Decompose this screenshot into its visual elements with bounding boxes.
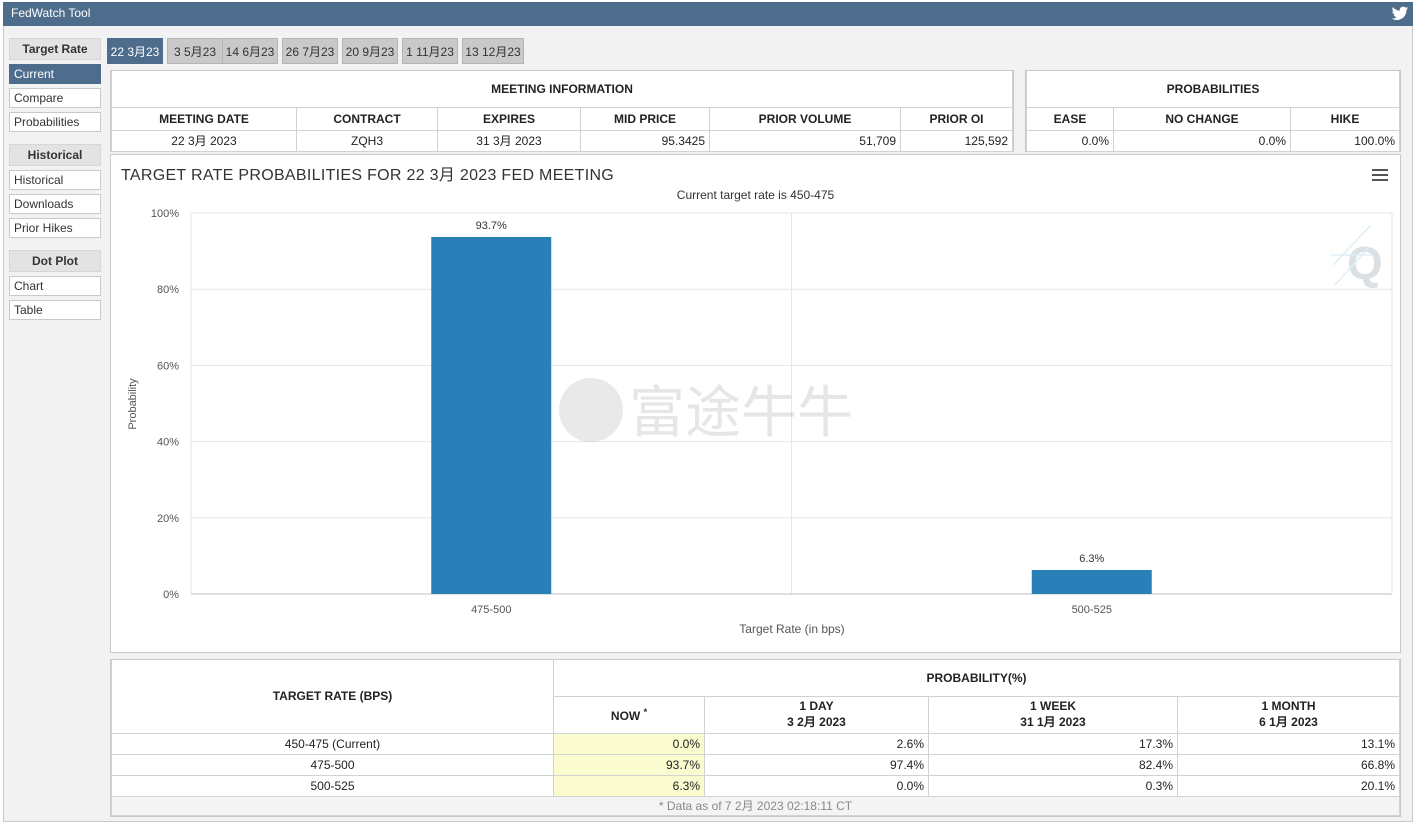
tab-meeting-7[interactable]: 13 12月23 [462, 38, 524, 64]
meeting-info-panel: MEETING INFORMATION MEETING DATE CONTRAC… [110, 70, 1014, 153]
month-cell: 13.1% [1177, 732, 1400, 755]
nav-current[interactable]: Current [9, 64, 101, 84]
contract-value: ZQH3 [296, 129, 438, 153]
probability-table-panel: TARGET RATE (BPS) PROBABILITY(%) NOW * 1… [110, 659, 1401, 817]
prior-volume-value: 51,709 [709, 129, 901, 153]
week-cell: 0.3% [928, 774, 1178, 797]
mid-price-value: 95.3425 [580, 129, 710, 153]
tab-meeting-5[interactable]: 20 9月23 [342, 38, 398, 64]
probability-header: PROBABILITY(%) [553, 660, 1400, 697]
bar-500-525[interactable] [1031, 569, 1152, 594]
x-axis-label: Target Rate (in bps) [739, 622, 844, 636]
col-now: NOW * [553, 695, 705, 734]
ease-value: 0.0% [1026, 129, 1114, 153]
tab-meeting-2[interactable]: 3 5月23 [167, 38, 223, 64]
week-cell: 82.4% [928, 753, 1178, 776]
title-bar: FedWatch Tool [3, 2, 1413, 26]
probabilities-panel: PROBABILITIES EASE NO CHANGE HIKE 0.0% 0… [1025, 70, 1401, 153]
col-1-month: 1 MONTH 6 1月 2023 [1177, 695, 1400, 734]
col-meeting-date: MEETING DATE [111, 106, 297, 131]
hike-value: 100.0% [1290, 129, 1400, 153]
month-cell: 66.8% [1177, 753, 1400, 776]
app-title: FedWatch Tool [11, 6, 91, 20]
nav-historical[interactable]: Historical [9, 170, 101, 190]
col-mid-price: MID PRICE [580, 106, 710, 131]
table-row: 450-475 (Current) 0.0% 2.6% 17.3% 13.1% [111, 732, 1400, 755]
col-contract: CONTRACT [296, 106, 438, 131]
col-hike: HIKE [1290, 106, 1400, 131]
now-cell: 6.3% [553, 774, 705, 797]
nav-downloads[interactable]: Downloads [9, 194, 101, 214]
section-historical: Historical [9, 144, 101, 166]
tab-meeting-3[interactable]: 14 6月23 [222, 38, 278, 64]
y-tick-label: 0% [163, 589, 179, 601]
nav-chart[interactable]: Chart [9, 276, 101, 296]
section-dot-plot: Dot Plot [9, 250, 101, 272]
nav-prior-hikes[interactable]: Prior Hikes [9, 218, 101, 238]
no-change-value: 0.0% [1113, 129, 1291, 153]
y-tick-label: 20% [157, 513, 179, 525]
rate-cell: 450-475 (Current) [111, 732, 554, 755]
col-1-day: 1 DAY 3 2月 2023 [704, 695, 929, 734]
tab-meeting-1[interactable]: 22 3月23 [107, 38, 163, 64]
day-cell: 97.4% [704, 753, 929, 776]
data-timestamp-footnote: * Data as of 7 2月 2023 02:18:11 CT [111, 795, 1400, 816]
col-expires: EXPIRES [437, 106, 581, 131]
col-prior-volume: PRIOR VOLUME [709, 106, 901, 131]
bar-data-label: 93.7% [476, 220, 507, 232]
watermark-text: 富途牛牛 [629, 381, 853, 446]
y-tick-label: 100% [151, 208, 179, 220]
y-axis-label: Probability [127, 378, 139, 430]
col-no-change: NO CHANGE [1113, 106, 1291, 131]
target-rate-header: TARGET RATE (BPS) [111, 660, 554, 734]
futu-logo-icon [559, 378, 623, 442]
col-ease: EASE [1026, 106, 1114, 131]
week-cell: 17.3% [928, 732, 1178, 755]
table-row: 475-500 93.7% 97.4% 82.4% 66.8% [111, 753, 1400, 776]
month-cell: 20.1% [1177, 774, 1400, 797]
nav-table[interactable]: Table [9, 300, 101, 320]
x-tick-label: 475-500 [471, 604, 511, 616]
chart-panel: TARGET RATE PROBABILITIES FOR 22 3月 2023… [110, 154, 1401, 653]
table-row: 500-525 6.3% 0.0% 0.3% 20.1% [111, 774, 1400, 797]
col-1-week: 1 WEEK 31 1月 2023 [928, 695, 1178, 734]
now-cell: 0.0% [553, 732, 705, 755]
q-logo-icon: Q [1331, 224, 1383, 289]
meeting-info-title: MEETING INFORMATION [111, 71, 1013, 108]
tab-meeting-4[interactable]: 26 7月23 [282, 38, 338, 64]
bar-475-500[interactable] [431, 237, 552, 594]
futu-watermark: 富途牛牛 [559, 378, 853, 446]
bar-chart: 0% 20% 40% 60% 80% 100% 富途牛牛 Q 93.7% 475-500 6.… [127, 208, 1393, 636]
col-prior-oi: PRIOR OI [900, 106, 1013, 131]
rate-cell: 500-525 [111, 774, 554, 797]
twitter-icon[interactable] [1391, 6, 1409, 22]
probabilities-title: PROBABILITIES [1026, 71, 1400, 108]
y-tick-label: 60% [157, 360, 179, 372]
tab-meeting-6[interactable]: 1 11月23 [402, 38, 458, 64]
expires-value: 31 3月 2023 [437, 129, 581, 153]
y-tick-label: 80% [157, 284, 179, 296]
x-tick-label: 500-525 [1072, 604, 1112, 616]
nav-probabilities[interactable]: Probabilities [9, 112, 101, 132]
bar-data-label: 6.3% [1079, 553, 1104, 565]
meeting-date-value: 22 3月 2023 [111, 129, 297, 153]
now-cell: 93.7% [553, 753, 705, 776]
section-target-rate: Target Rate [9, 38, 101, 60]
day-cell: 0.0% [704, 774, 929, 797]
rate-cell: 475-500 [111, 753, 554, 776]
prior-oi-value: 125,592 [900, 129, 1013, 153]
y-tick-label: 40% [157, 437, 179, 449]
day-cell: 2.6% [704, 732, 929, 755]
nav-compare[interactable]: Compare [9, 88, 101, 108]
sidebar: Target Rate Current Compare Probabilitie… [9, 38, 101, 320]
